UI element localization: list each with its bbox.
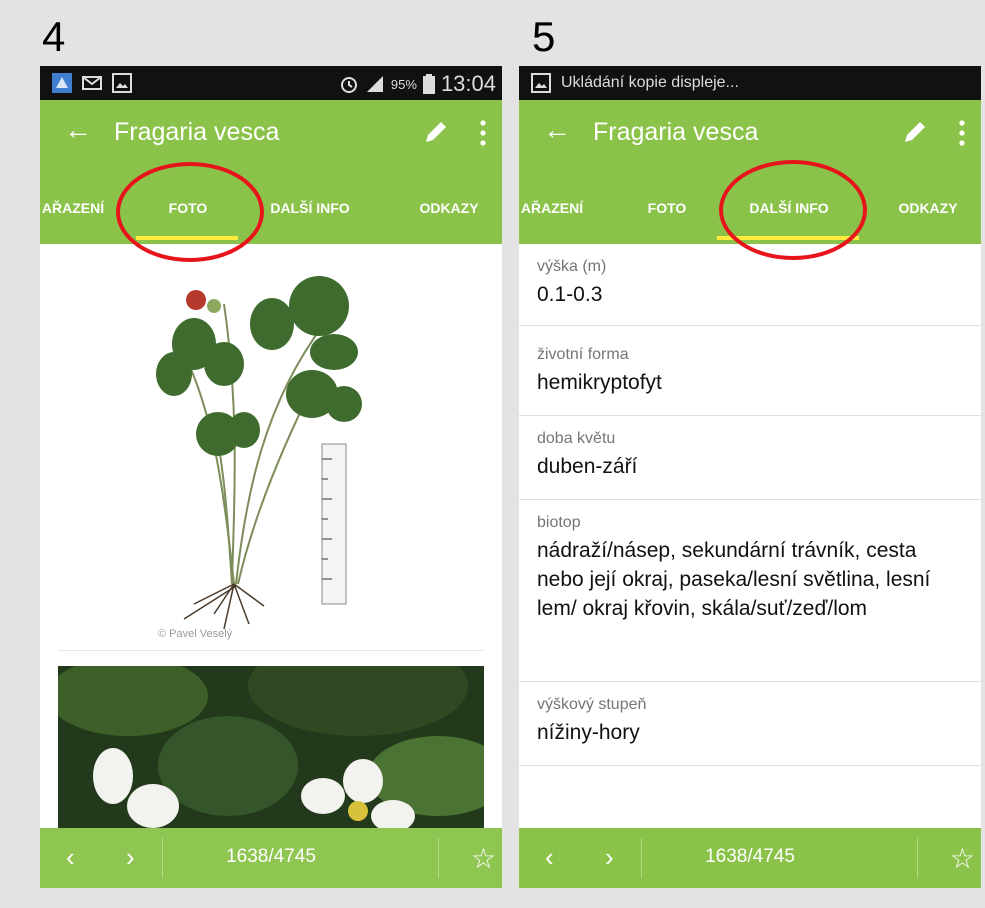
app-bar: ← Fragaria vesca bbox=[519, 100, 981, 166]
closeup-photo[interactable] bbox=[58, 666, 484, 828]
signal-icon bbox=[366, 76, 383, 92]
star-outline-icon[interactable]: ☆ bbox=[950, 842, 975, 875]
page-title: Fragaria vesca bbox=[114, 118, 280, 146]
status-time: 13:04 bbox=[440, 71, 496, 96]
photo-counter: 1638/4745 bbox=[226, 846, 316, 867]
chevron-right-icon[interactable]: › bbox=[126, 842, 135, 873]
info-label: životní forma bbox=[537, 346, 629, 363]
tab-foto[interactable]: FOTO bbox=[629, 200, 705, 216]
bottom-separator bbox=[438, 838, 439, 878]
photo-card[interactable]: © Pavel Veselý bbox=[58, 244, 484, 651]
tab-bar: AŘAZENÍ FOTO DALŠÍ INFO ODKAZY bbox=[40, 166, 502, 244]
app-icon bbox=[52, 73, 72, 93]
more-vert-icon[interactable] bbox=[478, 118, 488, 148]
info-value: 0.1-0.3 bbox=[537, 283, 603, 306]
step-label-4: 4 bbox=[42, 13, 66, 60]
more-vert-icon[interactable] bbox=[957, 118, 967, 148]
chevron-left-icon[interactable]: ‹ bbox=[66, 842, 75, 873]
star-outline-icon[interactable]: ☆ bbox=[471, 842, 496, 875]
info-label: biotop bbox=[537, 514, 581, 531]
step-label-5: 5 bbox=[532, 13, 556, 60]
info-item-vyskovy-stupen: výškový stupeň nížiny-hory bbox=[519, 682, 981, 766]
herbarium-photo[interactable] bbox=[154, 244, 390, 644]
bottom-separator bbox=[641, 838, 642, 878]
photo-counter: 1638/4745 bbox=[705, 846, 795, 867]
bottom-bar: ‹ › 1638/4745 ☆ bbox=[519, 828, 981, 888]
tab-odkazy[interactable]: ODKAZY bbox=[404, 200, 494, 216]
tab-zarazeni[interactable]: AŘAZENÍ bbox=[40, 200, 110, 216]
screenshot-icon bbox=[531, 73, 551, 93]
chevron-right-icon[interactable]: › bbox=[605, 842, 614, 873]
status-right: 95% 13:04 bbox=[339, 71, 496, 97]
battery-percent: 95% bbox=[390, 76, 417, 92]
highlight-circle-foto bbox=[116, 162, 264, 262]
status-notification: Ukládání kopie displeje... bbox=[561, 74, 739, 91]
status-bar: Ukládání kopie displeje... bbox=[519, 66, 981, 100]
tab-zarazeni[interactable]: AŘAZENÍ bbox=[519, 200, 589, 216]
info-item-vyska: výška (m) 0.1-0.3 bbox=[519, 244, 981, 326]
info-value: hemikryptofyt bbox=[537, 371, 662, 394]
app-bar: ← Fragaria vesca bbox=[40, 100, 502, 166]
back-arrow-icon[interactable]: ← bbox=[543, 116, 571, 144]
info-label: výška (m) bbox=[537, 258, 607, 275]
screenshot-icon bbox=[112, 73, 132, 93]
info-item-biotop: biotop nádraží/násep, sekundární trávník… bbox=[519, 500, 981, 682]
battery-icon bbox=[422, 74, 435, 94]
pencil-icon[interactable] bbox=[422, 118, 450, 146]
tab-dalsi-info[interactable]: DALŠÍ INFO bbox=[262, 200, 358, 216]
highlight-circle-dalsi-info bbox=[719, 160, 867, 260]
bottom-separator bbox=[162, 838, 163, 878]
pencil-icon[interactable] bbox=[901, 118, 929, 146]
info-label: výškový stupeň bbox=[537, 696, 647, 713]
phone-screen-dalsi-info: Ukládání kopie displeje... ← Fragaria ve… bbox=[519, 66, 981, 888]
info-item-doba-kvetu: doba květu duben-září bbox=[519, 416, 981, 500]
alarm-icon bbox=[340, 77, 357, 93]
page-title: Fragaria vesca bbox=[593, 118, 759, 146]
chevron-left-icon[interactable]: ‹ bbox=[545, 842, 554, 873]
info-item-zivotni-forma: životní forma hemikryptofyt bbox=[519, 326, 981, 416]
phone-screen-foto: 95% 13:04 ← Fragaria vesca AŘAZENÍ FOTO … bbox=[40, 66, 502, 888]
photo-caption: © Pavel Veselý bbox=[158, 628, 233, 640]
tab-odkazy[interactable]: ODKAZY bbox=[883, 200, 973, 216]
info-value: nížiny-hory bbox=[537, 721, 640, 744]
info-value: nádraží/násep, sekundární trávník, cesta… bbox=[537, 539, 931, 620]
bottom-separator bbox=[917, 838, 918, 878]
status-bar: 95% 13:04 bbox=[40, 66, 502, 100]
info-label: doba květu bbox=[537, 430, 616, 447]
back-arrow-icon[interactable]: ← bbox=[64, 116, 92, 144]
bottom-bar: ‹ › 1638/4745 ☆ bbox=[40, 828, 502, 888]
info-value: duben-září bbox=[537, 455, 638, 478]
email-icon bbox=[82, 76, 102, 90]
